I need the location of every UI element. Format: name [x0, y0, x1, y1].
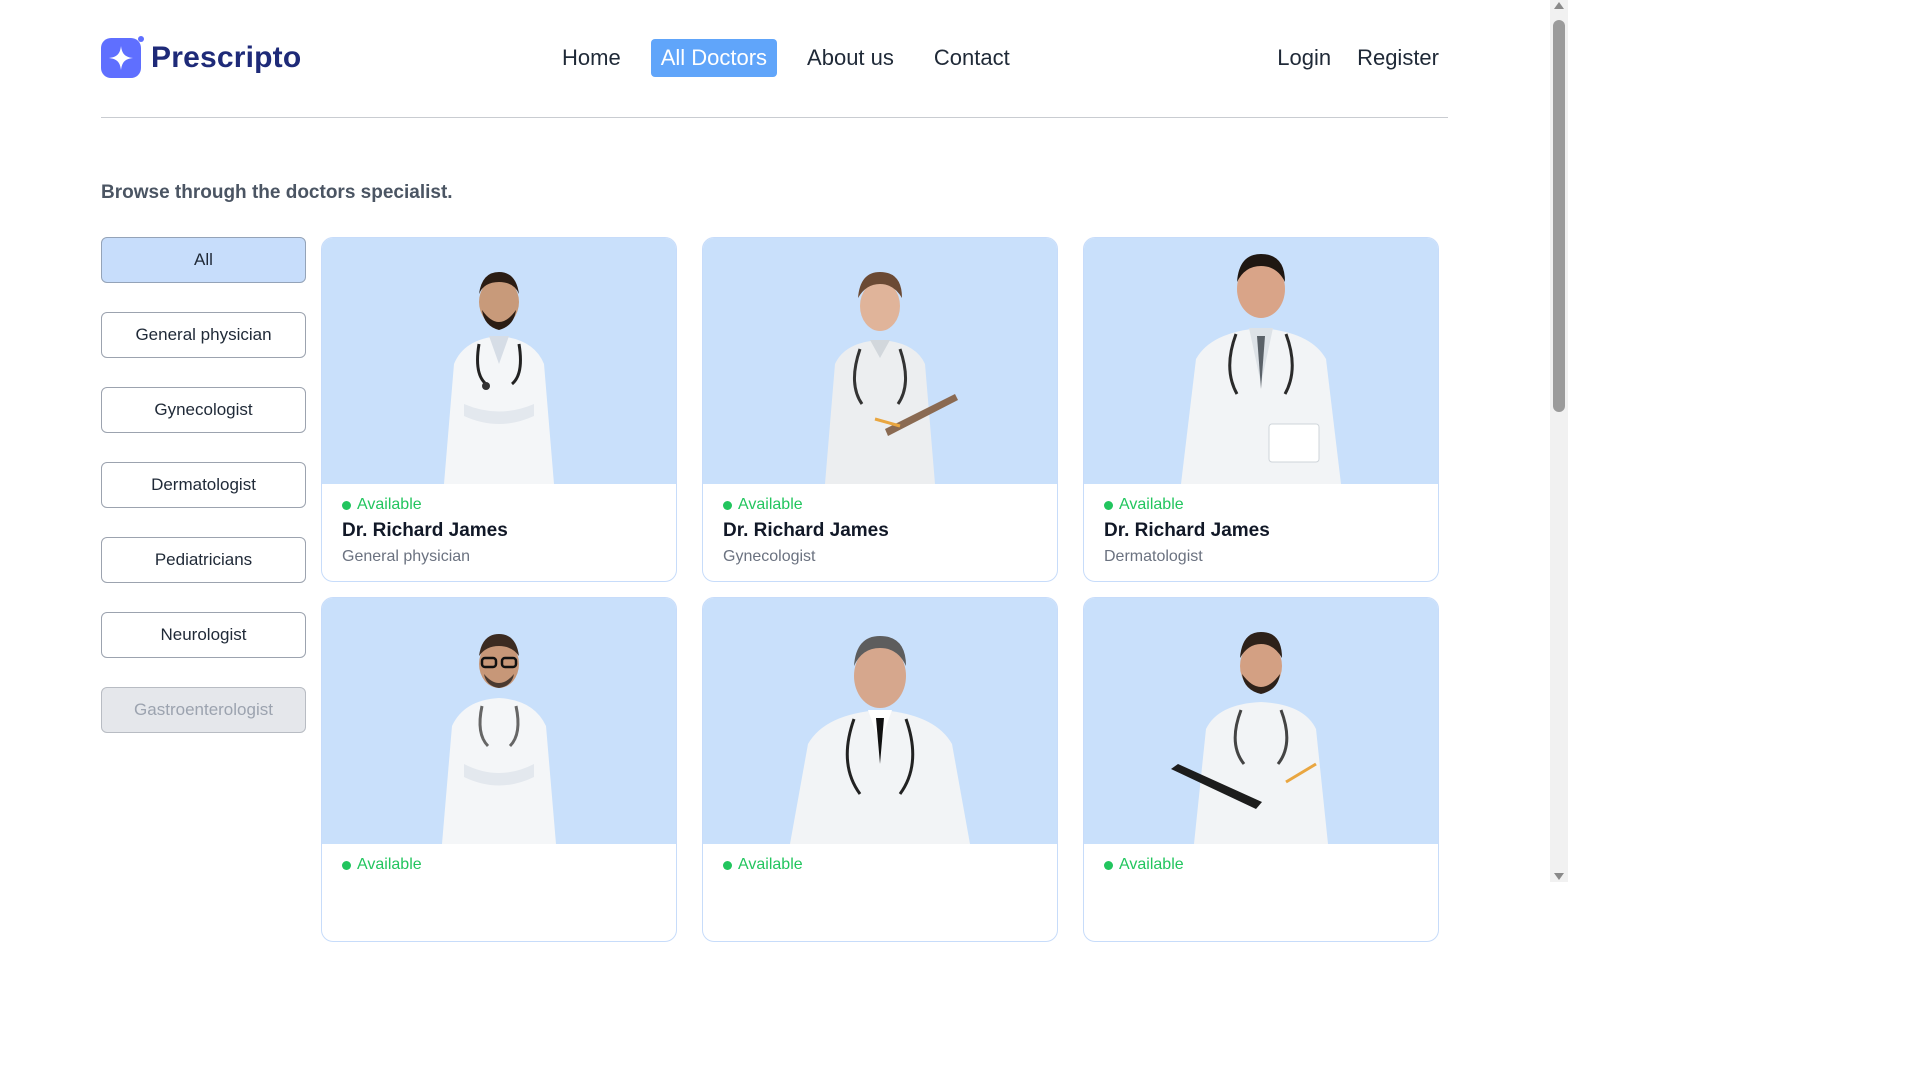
- filter-gynecologist[interactable]: Gynecologist: [101, 387, 306, 433]
- status-dot-icon: [1104, 860, 1113, 870]
- status-dot-icon: [342, 500, 351, 510]
- doctor-photo: [1084, 598, 1438, 844]
- filter-pediatricians[interactable]: Pediatricians: [101, 537, 306, 583]
- doctor-name: Dr. Richard James: [1104, 520, 1270, 541]
- filter-neurologist[interactable]: Neurologist: [101, 612, 306, 658]
- doctor-card[interactable]: Available Dr. Richard James General phys…: [321, 237, 677, 582]
- logo-star-icon: [101, 36, 144, 78]
- doctor-photo: [322, 238, 676, 484]
- login-link[interactable]: Login: [1268, 39, 1340, 77]
- scroll-down-arrow-icon[interactable]: [1554, 873, 1564, 880]
- filter-gastroenterologist[interactable]: Gastroenterologist: [101, 687, 306, 733]
- nav-contact[interactable]: Contact: [924, 39, 1020, 77]
- doctor-card[interactable]: Available: [702, 597, 1058, 942]
- doctor-photo: [322, 598, 676, 844]
- nav-all-doctors[interactable]: All Doctors: [650, 39, 778, 77]
- page-scrollbar[interactable]: [1550, 0, 1568, 882]
- doctor-photo: [703, 238, 1057, 484]
- availability-status: Available: [723, 856, 1037, 874]
- availability-status: Available: [1104, 856, 1418, 874]
- availability-status: Available: [342, 496, 656, 514]
- main-nav: Home All Doctors About us Contact: [552, 39, 1030, 77]
- doctor-speciality: General physician: [342, 548, 471, 565]
- availability-status: Available: [342, 856, 656, 874]
- doctor-card[interactable]: Available: [1083, 597, 1439, 942]
- brand-name: Prescripto: [151, 41, 302, 74]
- status-dot-icon: [1104, 500, 1113, 510]
- auth-links: Login Register: [1268, 39, 1448, 77]
- availability-status: Available: [723, 496, 1037, 514]
- register-link[interactable]: Register: [1348, 39, 1448, 77]
- doctor-card[interactable]: Available: [321, 597, 677, 942]
- scroll-up-arrow-icon[interactable]: [1554, 2, 1564, 9]
- doctor-photo: [703, 598, 1057, 844]
- status-dot-icon: [723, 860, 732, 870]
- doctor-photo: [1084, 238, 1438, 484]
- doctor-name: Dr. Richard James: [723, 520, 889, 541]
- doctor-card[interactable]: Available Dr. Richard James Gynecologist: [702, 237, 1058, 582]
- filter-general-physician[interactable]: General physician: [101, 312, 306, 358]
- doctor-name: Dr. Richard James: [342, 520, 508, 541]
- speciality-filters: All General physician Gynecologist Derma…: [101, 237, 306, 762]
- doctor-speciality: Gynecologist: [723, 548, 816, 565]
- availability-status: Available: [1104, 496, 1418, 514]
- logo[interactable]: Prescripto: [101, 36, 302, 78]
- filter-all[interactable]: All: [101, 237, 306, 283]
- doctors-grid: Available Dr. Richard James General phys…: [321, 237, 1439, 942]
- doctor-speciality: Dermatologist: [1104, 548, 1203, 565]
- nav-home[interactable]: Home: [552, 39, 631, 77]
- nav-about-us[interactable]: About us: [797, 39, 904, 77]
- status-dot-icon: [342, 860, 351, 870]
- status-dot-icon: [723, 500, 732, 510]
- filter-dermatologist[interactable]: Dermatologist: [101, 462, 306, 508]
- top-navbar: Prescripto Home All Doctors About us Con…: [101, 0, 1448, 118]
- doctor-card[interactable]: Available Dr. Richard James Dermatologis…: [1083, 237, 1439, 582]
- scroll-thumb[interactable]: [1553, 20, 1565, 412]
- page-title: Browse through the doctors specialist.: [101, 182, 453, 203]
